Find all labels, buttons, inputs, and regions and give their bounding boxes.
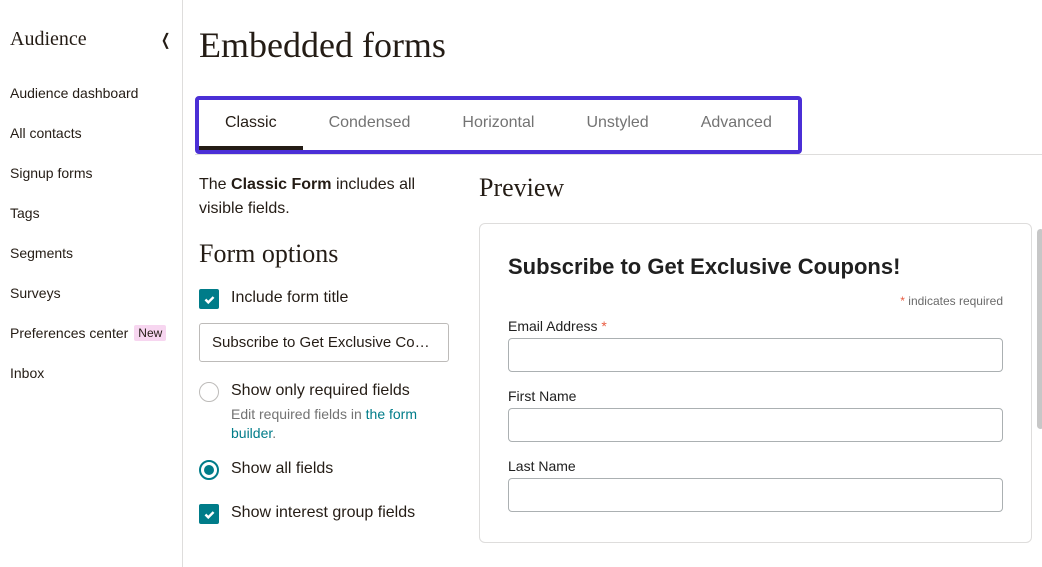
preview-column: Preview Subscribe to Get Exclusive Coupo… (479, 173, 1042, 543)
lastname-field-input[interactable] (508, 478, 1003, 512)
show-required-sublabel: Edit required fields in the form builder… (231, 405, 449, 444)
preview-heading: Preview (479, 173, 1032, 203)
show-required-option: Show only required fields Edit required … (199, 380, 449, 444)
sidebar-header: Audience ❮ (0, 14, 182, 73)
include-title-option: Include form title (199, 287, 449, 309)
indicates-required-label: indicates required (905, 294, 1003, 308)
sidebar: Audience ❮ Audience dashboard All contac… (0, 0, 183, 567)
asterisk-icon: * (601, 318, 606, 334)
form-description: The Classic Form includes all visible fi… (199, 173, 449, 221)
form-title-input[interactable] (199, 323, 449, 362)
tab-classic[interactable]: Classic (199, 100, 303, 150)
sidebar-item-label: Inbox (10, 365, 44, 381)
preview-form-title: Subscribe to Get Exclusive Coupons! (508, 254, 1003, 280)
tab-advanced[interactable]: Advanced (675, 100, 798, 150)
show-interest-option: Show interest group fields (199, 502, 449, 524)
email-field-label: Email Address * (508, 318, 1003, 334)
lastname-field-label: Last Name (508, 458, 1003, 474)
options-column: The Classic Form includes all visible fi… (199, 173, 449, 543)
tab-unstyled[interactable]: Unstyled (560, 100, 674, 150)
check-icon (203, 508, 216, 521)
sidebar-item-inbox[interactable]: Inbox (0, 353, 182, 393)
firstname-field-input[interactable] (508, 408, 1003, 442)
form-options-heading: Form options (199, 239, 449, 269)
show-all-option: Show all fields (199, 458, 449, 480)
sidebar-item-signup-forms[interactable]: Signup forms (0, 153, 182, 193)
preview-box: Subscribe to Get Exclusive Coupons! * in… (479, 223, 1032, 543)
sidebar-item-dashboard[interactable]: Audience dashboard (0, 73, 182, 113)
show-interest-checkbox[interactable] (199, 504, 219, 524)
sublabel-text: . (272, 425, 276, 441)
sidebar-item-label: Tags (10, 205, 40, 221)
sidebar-item-tags[interactable]: Tags (0, 193, 182, 233)
preview-container: Subscribe to Get Exclusive Coupons! * in… (479, 223, 1032, 543)
include-title-label: Include form title (231, 287, 348, 309)
tabs-container: Classic Condensed Horizontal Unstyled Ad… (195, 96, 1042, 155)
sidebar-item-label: Audience dashboard (10, 85, 138, 101)
description-bold: Classic Form (231, 176, 331, 193)
tabs-highlight-box: Classic Condensed Horizontal Unstyled Ad… (195, 96, 802, 154)
tab-horizontal[interactable]: Horizontal (436, 100, 560, 150)
main-content: Embedded forms Classic Condensed Horizon… (183, 0, 1042, 567)
sidebar-item-contacts[interactable]: All contacts (0, 113, 182, 153)
show-required-label: Show only required fields (231, 380, 449, 402)
firstname-field-label: First Name (508, 388, 1003, 404)
show-required-radio[interactable] (199, 382, 219, 402)
preview-scrollbar[interactable] (1037, 229, 1042, 429)
page-title: Embedded forms (199, 24, 1042, 66)
sidebar-item-surveys[interactable]: Surveys (0, 273, 182, 313)
sublabel-text: Edit required fields in (231, 406, 366, 422)
tabs: Classic Condensed Horizontal Unstyled Ad… (199, 100, 798, 150)
sidebar-item-preferences[interactable]: Preferences center New (0, 313, 182, 353)
sidebar-item-label: Signup forms (10, 165, 92, 181)
sidebar-title: Audience (10, 28, 87, 51)
show-interest-label: Show interest group fields (231, 502, 415, 524)
collapse-sidebar-icon[interactable]: ❮ (161, 30, 170, 50)
email-field-input[interactable] (508, 338, 1003, 372)
check-icon (203, 293, 216, 306)
sidebar-item-label: Segments (10, 245, 73, 261)
sidebar-item-label: Preferences center (10, 325, 128, 341)
content-columns: The Classic Form includes all visible fi… (199, 173, 1042, 543)
sidebar-item-label: Surveys (10, 285, 61, 301)
tab-condensed[interactable]: Condensed (303, 100, 437, 150)
sidebar-nav: Audience dashboard All contacts Signup f… (0, 73, 182, 393)
show-all-label: Show all fields (231, 458, 333, 480)
description-text: The (199, 176, 231, 193)
field-label-text: Email Address (508, 318, 597, 334)
new-badge: New (134, 325, 166, 341)
include-title-checkbox[interactable] (199, 289, 219, 309)
show-all-radio[interactable] (199, 460, 219, 480)
indicates-required-text: * indicates required (508, 294, 1003, 308)
sidebar-item-label: All contacts (10, 125, 82, 141)
sidebar-item-segments[interactable]: Segments (0, 233, 182, 273)
